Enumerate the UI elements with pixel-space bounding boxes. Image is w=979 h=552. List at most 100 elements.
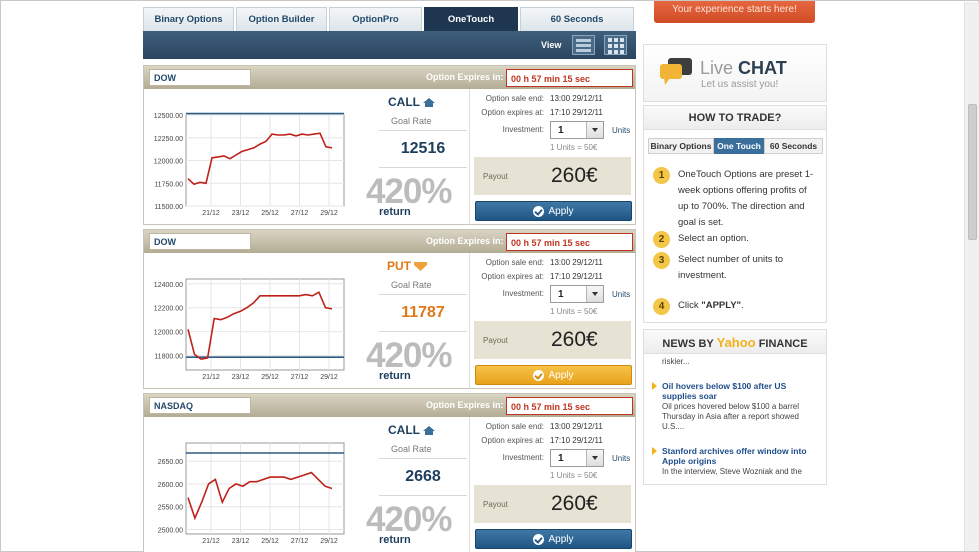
x-tick-label: 29/12	[320, 374, 338, 381]
payout-label: Payout	[483, 500, 508, 509]
x-tick-label: 21/12	[202, 538, 220, 545]
direction-label: CALL	[388, 423, 435, 437]
arrow-right-icon	[652, 382, 657, 390]
asset-name: NASDAQ	[149, 397, 251, 414]
divider	[379, 331, 467, 332]
price-chart-svg: 2650.00 2600.00 2550.00 2500.00 21/12 23/12 25…	[158, 442, 345, 545]
live-chat-panel[interactable]: Live CHAT Let us assist you!	[643, 44, 827, 102]
x-tick-label: 27/12	[291, 374, 309, 381]
divider	[379, 294, 467, 295]
units-equation: 1 Units = 50€	[550, 471, 598, 480]
chevron-down-icon[interactable]	[586, 286, 603, 302]
view-label: View	[541, 40, 562, 50]
option-card-header: NASDAQ Option Expires in: 00 h 57 min 15…	[144, 394, 635, 417]
expires-countdown: 00 h 57 min 15 sec	[506, 69, 633, 87]
expires-at-label: Option expires at:	[481, 436, 544, 445]
howto-tab-one-touch[interactable]: One Touch	[714, 138, 764, 154]
divider	[379, 167, 467, 168]
news-title: NEWS BY Yahoo FINANCE	[644, 330, 826, 354]
sale-end-label: Option sale end:	[485, 94, 544, 103]
investment-select[interactable]: 1	[550, 285, 604, 303]
investment-value: 1	[558, 125, 564, 136]
price-chart: 2650.00 2600.00 2550.00 2500.00 21/12 23/12 25…	[146, 421, 374, 552]
y-tick-label: 2500.00	[158, 527, 183, 534]
tab-option-builder[interactable]: Option Builder	[236, 7, 327, 31]
scrollbar-thumb[interactable]	[968, 104, 977, 240]
goal-rate-value: 11787	[401, 304, 445, 321]
payout-value: 260€	[551, 492, 598, 515]
news-headline[interactable]: Oil hovers below $100 after US supplies …	[662, 381, 812, 401]
tab-optionpro[interactable]: OptionPro	[329, 7, 422, 31]
x-tick-label: 29/12	[320, 210, 338, 217]
return-label: return	[379, 370, 411, 382]
sale-end-label: Option sale end:	[485, 422, 544, 431]
step-number: 3	[653, 252, 670, 269]
y-tick-label: 12500.00	[154, 113, 183, 120]
payout-box: Payout 260€	[474, 157, 631, 195]
option-card-2: DOW Option Expires in: 00 h 57 min 15 se…	[143, 229, 636, 389]
units-equation: 1 Units = 50€	[550, 307, 598, 316]
x-tick-label: 27/12	[291, 538, 309, 545]
step-number: 4	[653, 298, 670, 315]
howto-tab-60-seconds[interactable]: 60 Seconds	[764, 138, 823, 154]
investment-value: 1	[558, 453, 564, 464]
how-to-trade-panel: HOW TO TRADE? Binary Options One Touch 6…	[643, 105, 827, 323]
promo-banner[interactable]: Your experience starts here!	[654, 1, 815, 23]
investment-label: Investment:	[502, 125, 544, 134]
units-label: Units	[612, 290, 631, 299]
expires-label: Option Expires in:	[426, 236, 504, 246]
y-tick-label: 11800.00	[154, 354, 183, 361]
investment-select[interactable]: 1	[550, 449, 604, 467]
step-text: Click "APPLY".	[678, 300, 744, 311]
payout-value: 260€	[551, 164, 598, 187]
payout-label: Payout	[483, 336, 508, 345]
apply-button[interactable]: Apply	[475, 365, 632, 385]
divider	[379, 130, 467, 131]
y-tick-label: 2600.00	[158, 482, 183, 489]
y-tick-label: 11500.00	[154, 204, 183, 211]
view-bar: View	[143, 31, 636, 59]
divider	[469, 417, 470, 552]
units-label: Units	[612, 454, 631, 463]
apply-button[interactable]: Apply	[475, 529, 632, 549]
put-arrow-icon	[414, 262, 427, 272]
tab-60-seconds[interactable]: 60 Seconds	[520, 7, 634, 31]
x-tick-label: 25/12	[261, 210, 279, 217]
chevron-down-icon[interactable]	[586, 122, 603, 138]
step-number: 1	[653, 167, 670, 184]
grid-view-icon[interactable]	[604, 35, 627, 55]
units-equation: 1 Units = 50€	[550, 143, 598, 152]
goal-rate-value: 2668	[405, 468, 441, 485]
scrollbar[interactable]	[964, 2, 979, 551]
how-to-trade-title: HOW TO TRADE?	[644, 106, 826, 130]
tab-onetouch[interactable]: OneTouch	[424, 7, 518, 31]
chevron-down-icon[interactable]	[586, 450, 603, 466]
howto-tab-binary-options[interactable]: Binary Options	[648, 138, 714, 154]
y-tick-label: 12250.00	[154, 136, 183, 143]
investment-select[interactable]: 1	[550, 121, 604, 139]
expires-countdown: 00 h 57 min 15 sec	[506, 233, 633, 251]
goal-rate-label: Goal Rate	[391, 280, 432, 290]
checkmark-icon	[533, 369, 545, 381]
news-headline[interactable]: Stanford archives offer window into Appl…	[662, 446, 812, 466]
divider	[469, 253, 470, 389]
x-tick-label: 21/12	[202, 374, 220, 381]
step-text: Select an option.	[678, 233, 749, 244]
apply-label: Apply	[548, 205, 574, 217]
y-tick-label: 12000.00	[154, 159, 183, 166]
page: Binary Options Option Builder OptionPro …	[0, 0, 979, 552]
tab-binary-options[interactable]: Binary Options	[143, 7, 234, 31]
expires-label: Option Expires in:	[426, 400, 504, 410]
goal-rate-label: Goal Rate	[391, 116, 432, 126]
arrow-right-icon	[652, 447, 657, 455]
list-view-icon[interactable]	[572, 35, 595, 55]
x-tick-label: 29/12	[320, 538, 338, 545]
x-tick-label: 25/12	[261, 374, 279, 381]
expires-at-value: 17:10 29/12/11	[550, 108, 603, 117]
y-tick-label: 2650.00	[158, 459, 183, 466]
news-body: In the interview, Steve Wozniak and the	[662, 467, 802, 476]
plot-area	[185, 442, 345, 535]
checkmark-icon	[533, 205, 545, 217]
payout-box: Payout 260€	[474, 485, 631, 523]
apply-button[interactable]: Apply	[475, 201, 632, 221]
